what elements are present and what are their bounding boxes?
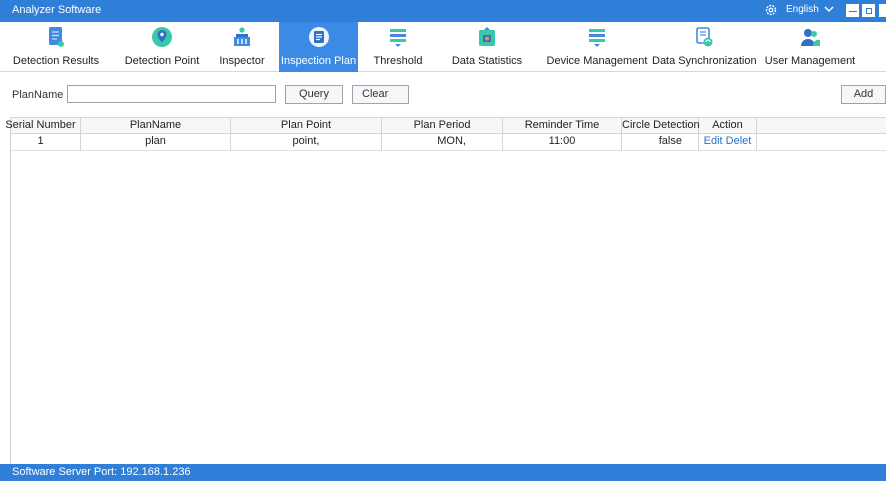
inspector-icon — [231, 26, 253, 48]
nav-label: Detection Results — [12, 55, 100, 67]
clear-button[interactable]: Clear — [352, 85, 409, 104]
maximize-icon — [866, 8, 872, 14]
gear-icon[interactable] — [764, 3, 778, 17]
table-row[interactable]: 1 plan point, MON, 11:00 false Edit Dele… — [11, 134, 886, 151]
plan-point-cell: point, — [231, 134, 382, 150]
nav-label: Threshold — [373, 55, 423, 67]
column-header[interactable]: Serial Number — [1, 118, 81, 133]
nav-label: Detection Point — [124, 55, 200, 67]
map-pin-icon — [151, 26, 173, 48]
nav-device-management[interactable]: Device Management — [545, 22, 649, 72]
main-toolbar: Detection Results Detection Point Inspec… — [0, 22, 886, 72]
device-icon — [586, 26, 608, 48]
table-header: Serial Number PlanName Plan Point Plan P… — [5, 117, 886, 134]
server-port-status: Software Server Port: 192.168.1.236 — [12, 466, 191, 478]
status-bar: Software Server Port: 192.168.1.236 — [0, 464, 886, 481]
sync-icon — [693, 26, 715, 48]
column-header[interactable]: Action — [699, 118, 757, 133]
nav-label: Device Management — [546, 55, 648, 67]
nav-user-management[interactable]: User Management — [760, 22, 860, 72]
plan-name-cell: plan — [81, 134, 231, 150]
add-button[interactable]: Add — [841, 85, 886, 104]
users-icon — [799, 26, 821, 48]
nav-data-statistics[interactable]: Data Statistics — [444, 22, 530, 72]
query-button[interactable]: Query — [285, 85, 343, 104]
column-header[interactable]: Plan Point — [231, 118, 382, 133]
column-header[interactable]: PlanName — [81, 118, 231, 133]
nav-label: Inspector — [219, 55, 265, 67]
nav-threshold[interactable]: Threshold — [362, 22, 434, 72]
reminder-time-cell: 11:00 — [503, 134, 622, 150]
column-header[interactable]: Circle Detection — [622, 118, 700, 133]
nav-label: Data Synchronization — [652, 55, 757, 67]
search-bar: PlanName Query Clear Add — [0, 82, 886, 108]
plan-name-input[interactable] — [67, 85, 276, 103]
nav-label: Inspection Plan — [280, 55, 357, 67]
nav-inspection-plan[interactable]: Inspection Plan — [279, 22, 358, 72]
minimize-button[interactable] — [846, 4, 859, 17]
circle-detection-cell: false — [622, 134, 699, 150]
statistics-icon — [476, 26, 498, 48]
document-icon — [45, 26, 67, 48]
nav-label: Data Statistics — [451, 55, 523, 67]
plan-name-label: PlanName — [12, 89, 64, 101]
column-header[interactable]: Plan Period — [382, 118, 503, 133]
plan-table: Serial Number PlanName Plan Point Plan P… — [5, 117, 886, 464]
minimize-icon — [849, 11, 857, 12]
nav-inspector[interactable]: Inspector — [210, 22, 274, 72]
title-bar: Analyzer Software English — [0, 0, 886, 22]
clipboard-icon — [308, 26, 330, 48]
nav-detection-point[interactable]: Detection Point — [116, 22, 208, 72]
chevron-down-icon[interactable] — [824, 3, 834, 18]
action-cell: Edit Delet — [699, 134, 757, 150]
plan-period-cell: MON, — [382, 134, 503, 150]
nav-label: User Management — [764, 55, 856, 67]
app-title: Analyzer Software — [12, 4, 102, 16]
edit-link[interactable]: Edit — [704, 135, 723, 147]
maximize-button[interactable] — [862, 4, 875, 17]
language-selector[interactable]: English — [786, 4, 819, 15]
close-button[interactable] — [879, 4, 886, 17]
serial-number-cell: 1 — [1, 134, 81, 150]
column-header[interactable]: Reminder Time — [503, 118, 622, 133]
delete-link[interactable]: Delet — [726, 135, 752, 147]
nav-detection-results[interactable]: Detection Results — [0, 22, 112, 72]
threshold-icon — [387, 26, 409, 48]
nav-data-synchronization[interactable]: Data Synchronization — [652, 22, 757, 72]
